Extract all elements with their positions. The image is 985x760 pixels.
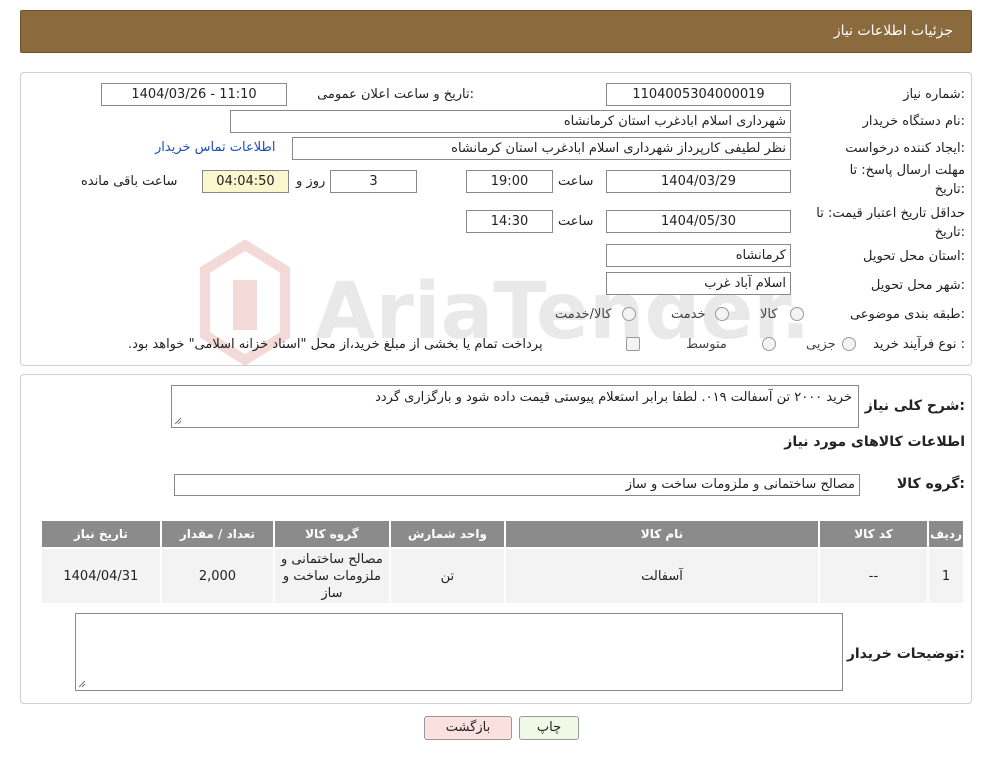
treasury-checkbox[interactable] [626, 337, 640, 351]
col-row-number: ردیف [927, 519, 965, 549]
process-option-medium: متوسط [686, 337, 727, 352]
goods-section-title: اطلاعات کالاهای مورد نیاز [784, 434, 965, 450]
category-option-goods-service: کالا/خدمت [555, 307, 612, 322]
validity-date-field: 1404/05/30 [606, 210, 791, 233]
process-radio-medium[interactable] [762, 337, 776, 351]
days-remaining-field: 3 [330, 170, 417, 193]
creator-label: ایجاد کننده درخواست: [845, 141, 965, 156]
buyer-notes-field [75, 613, 843, 691]
deadline-time-field: 19:00 [466, 170, 553, 193]
process-radio-minor[interactable] [842, 337, 856, 351]
print-button[interactable]: چاپ [519, 716, 579, 740]
cell-row-number: 1 [927, 547, 965, 605]
category-radio-goods-service[interactable] [622, 307, 636, 321]
time-remaining-label: ساعت باقی مانده [81, 174, 178, 189]
cell-item-name: آسفالت [504, 547, 820, 605]
page-title: جزئیات اطلاعات نیاز [833, 23, 953, 39]
cell-item-code: -- [817, 547, 930, 605]
need-number-label: شماره نیاز: [903, 87, 965, 102]
table-header-row: ردیف کد کالا نام کالا واحد شمارش گروه کا… [40, 519, 965, 549]
col-unit: واحد شمارش [388, 519, 507, 549]
goods-group-field: مصالح ساختمانی و ملزومات ساخت و ساز [174, 474, 860, 496]
need-number-field: 1104005304000019 [606, 83, 791, 106]
days-label: روز و [296, 174, 326, 189]
city-field: اسلام آباد غرب [606, 272, 791, 295]
buyer-org-label: نام دستگاه خریدار: [862, 114, 965, 129]
time-remaining-field: 04:04:50 [202, 170, 289, 193]
cell-group: مصالح ساختمانی و ملزومات ساخت و ساز [273, 547, 391, 605]
category-radio-service[interactable] [715, 307, 729, 321]
category-option-service: خدمت [671, 307, 706, 322]
deadline-date-field: 1404/03/29 [606, 170, 791, 193]
table-row: 1 -- آسفالت تن مصالح ساختمانی و ملزومات … [40, 547, 965, 605]
deadline-label-1: مهلت ارسال پاسخ: تا [849, 163, 965, 178]
back-button[interactable]: بازگشت [424, 716, 512, 740]
province-label: استان محل تحویل: [863, 249, 965, 264]
announce-label: تاریخ و ساعت اعلان عمومی: [317, 87, 474, 102]
col-item-name: نام کالا [504, 519, 820, 549]
category-radio-goods[interactable] [790, 307, 804, 321]
col-group: گروه کالا [273, 519, 391, 549]
deadline-time-label: ساعت [558, 174, 594, 189]
buyer-contact-link[interactable]: اطلاعات تماس خریدار [155, 140, 275, 155]
validity-time-label: ساعت [558, 214, 594, 229]
category-label: طبقه بندی موضوعی: [849, 307, 965, 322]
description-label: شرح کلی نیاز: [864, 398, 965, 414]
creator-field: نظر لطیفی کارپرداز شهرداری اسلام ابادغرب… [292, 137, 791, 160]
validity-time-field: 14:30 [466, 210, 553, 233]
validity-label-2: تاریخ: [934, 225, 965, 240]
category-option-goods: کالا [760, 307, 778, 322]
cell-need-date: 1404/04/31 [40, 547, 162, 605]
page-header: جزئیات اطلاعات نیاز [20, 10, 972, 53]
buyer-notes-label: توضیحات خریدار: [846, 646, 965, 662]
process-option-minor: جزیی [806, 337, 836, 352]
cell-quantity: 2,000 [159, 547, 276, 605]
buyer-org-field: شهرداری اسلام ابادغرب استان کرمانشاه [230, 110, 791, 133]
resize-handle-icon[interactable] [78, 680, 86, 688]
process-note: پرداخت تمام یا بخشی از مبلغ خرید،از محل … [128, 337, 543, 352]
deadline-label-2: تاریخ: [934, 182, 965, 197]
resize-handle-icon[interactable] [174, 417, 182, 425]
province-field: کرمانشاه [606, 244, 791, 267]
col-quantity: تعداد / مقدار [159, 519, 276, 549]
cell-unit: تن [388, 547, 507, 605]
goods-group-label: گروه کالا: [896, 476, 965, 492]
validity-label-1: حداقل تاریخ اعتبار قیمت: تا [816, 206, 965, 221]
announce-datetime-field: 1404/03/26 - 11:10 [101, 83, 287, 106]
process-label: نوع فرآیند خرید : [873, 337, 965, 352]
col-need-date: تاریخ نیاز [40, 519, 162, 549]
description-field: خرید ۲۰۰۰ تن آسفالت ۰۱۹. لطفا برابر استع… [171, 385, 859, 428]
goods-table: ردیف کد کالا نام کالا واحد شمارش گروه کا… [40, 519, 965, 605]
city-label: شهر محل تحویل: [870, 278, 965, 293]
col-item-code: کد کالا [817, 519, 930, 549]
